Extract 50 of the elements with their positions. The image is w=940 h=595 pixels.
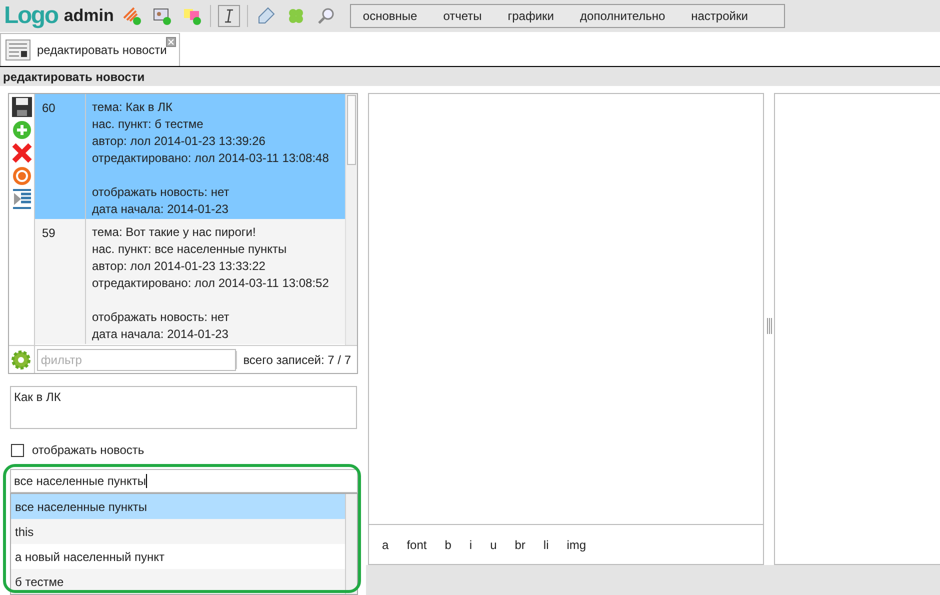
page-tab[interactable]: редактировать новости	[0, 33, 180, 66]
tag-button[interactable]: img	[566, 536, 586, 554]
logo: Logo	[4, 4, 58, 28]
user-name: admin	[64, 5, 114, 28]
settings-icon[interactable]	[11, 350, 32, 370]
filter-field[interactable]: фильтр	[36, 348, 236, 371]
checkbox[interactable]	[11, 444, 24, 456]
tag-button[interactable]: i	[469, 536, 472, 554]
list-play-icon[interactable]	[10, 188, 32, 210]
news-detail: дата начала: 2014-01-23	[92, 201, 230, 218]
tag-button[interactable]: u	[490, 536, 497, 554]
newspaper-icon	[5, 39, 31, 61]
text-cursor-icon[interactable]	[216, 4, 241, 28]
tag-button[interactable]: br	[514, 536, 526, 554]
news-detail: отображать новость: нет	[92, 184, 230, 201]
news-id: 59	[35, 219, 86, 344]
news-detail: тема: Вот такие у нас пироги!	[92, 224, 257, 241]
menu-item[interactable]: дополнительно	[580, 7, 666, 25]
menu-item[interactable]: отчеты	[443, 7, 482, 25]
tag-button[interactable]: b	[444, 536, 452, 554]
dropdown-option[interactable]: все населенные пункты	[11, 494, 345, 519]
title-field[interactable]: Как в ЛК	[10, 386, 357, 429]
news-detail: отредактировано: лол 2014-03-11 13:08:52	[92, 275, 329, 292]
close-icon[interactable]	[166, 37, 176, 47]
record-count: всего записей: 7 / 7	[236, 350, 357, 369]
tag-button[interactable]: a	[382, 536, 389, 554]
panel-title: редактировать новости	[0, 67, 940, 86]
locality-field[interactable]: все населенные пункты	[10, 469, 358, 493]
news-row[interactable]: 60 тема: Как в ЛК нас. пункт: б тестме автор: лол 2014-01-23 13:39:26 отредактировано: лол 2014-03-11 13:08:48 отображать новость: нет дата начала: 2014-01-23	[35, 94, 345, 219]
menu-item[interactable]: настройки	[691, 7, 748, 25]
refresh-icon[interactable]	[10, 165, 32, 187]
news-detail: нас. пункт: б тестме	[92, 116, 204, 133]
tab-label: редактировать новости	[37, 42, 167, 59]
news-detail: отредактировано: лол 2014-03-11 13:08:48	[92, 150, 329, 167]
news-detail: тема: Как в ЛК	[92, 99, 174, 116]
splitter-grip-icon[interactable]	[766, 318, 772, 334]
menu-item[interactable]: основные	[362, 7, 418, 25]
news-detail: нас. пункт: все населенные пункты	[92, 241, 288, 258]
tag-button[interactable]: li	[543, 536, 549, 554]
checkbox-label: отображать новость	[32, 442, 144, 459]
news-detail: автор: лол 2014-01-23 13:39:26	[92, 133, 266, 150]
news-detail: отображать новость: нет	[92, 309, 230, 326]
news-detail: дата начала: 2014-01-23	[92, 326, 230, 343]
news-row[interactable]: 59 тема: Вот такие у нас пироги! нас. пункт: все населенные пункты автор: лол 2014-01-23 13:33:22 отредактировано: лол 2014-03-11 13:08:52 отображать новость: нет дата начала: 2014-01-23	[35, 219, 345, 344]
news-detail: автор: лол 2014-01-23 13:33:22	[92, 258, 266, 275]
delete-icon[interactable]	[10, 142, 32, 164]
menu-item[interactable]: графики	[508, 7, 554, 25]
dropdown-option[interactable]: this	[11, 519, 345, 544]
save-icon[interactable]	[10, 96, 32, 118]
tag-button[interactable]: font	[406, 536, 427, 554]
